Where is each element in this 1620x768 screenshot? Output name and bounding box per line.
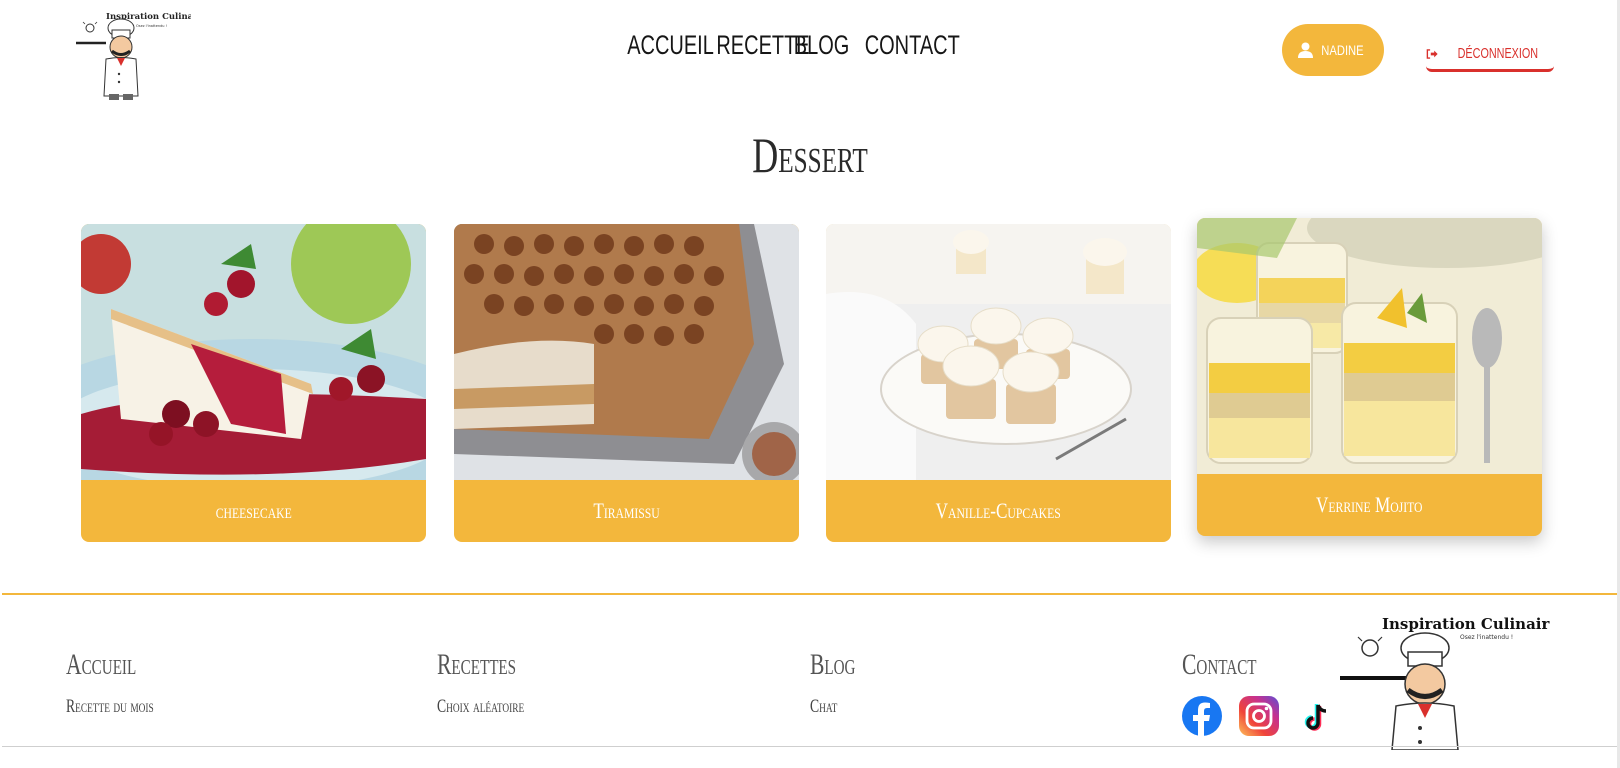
card-label: Vanille-Cupcakes bbox=[935, 498, 1062, 523]
tiramissu-image bbox=[454, 224, 799, 480]
tiktok-icon[interactable] bbox=[1296, 696, 1336, 736]
recipe-card-verrine-mojito[interactable]: Verrine Mojito bbox=[1197, 218, 1542, 536]
page-title: Dessert bbox=[752, 127, 868, 183]
footer-col-recettes: Recettes Choix aléatoire bbox=[437, 648, 558, 718]
recipe-card-tiramissu[interactable]: Tiramissu bbox=[454, 224, 799, 542]
site-logo[interactable]: Inspiration Culinaire Osez l'inattendu ! bbox=[76, 6, 207, 102]
logout-label: DÉCONNEXION bbox=[1457, 45, 1539, 62]
footer-heading-contact[interactable]: Contact bbox=[1182, 648, 1257, 682]
main-nav: ACCUEIL RECETTE BLOG CONTACT bbox=[612, 30, 960, 70]
recipe-card-cheesecake[interactable]: cheesecake bbox=[81, 224, 426, 542]
footer-heading-accueil[interactable]: Accueil bbox=[66, 648, 136, 682]
nav-accueil[interactable]: ACCUEIL bbox=[627, 30, 714, 61]
card-label: Verrine Mojito bbox=[1316, 492, 1423, 517]
social-links bbox=[1182, 696, 1336, 736]
cupcakes-image bbox=[826, 224, 1171, 480]
footer-heading-blog[interactable]: Blog bbox=[810, 648, 855, 682]
footer-bottom-edge bbox=[2, 746, 1617, 747]
recipe-card-vanille-cupcakes[interactable]: Vanille-Cupcakes bbox=[826, 224, 1171, 542]
footer-link-choix-aleatoire[interactable]: Choix aléatoire bbox=[437, 696, 524, 718]
footer-col-blog: Blog Chat bbox=[810, 648, 873, 718]
nav-contact[interactable]: CONTACT bbox=[865, 30, 960, 61]
facebook-icon[interactable] bbox=[1182, 696, 1222, 736]
cheesecake-image bbox=[81, 224, 426, 480]
card-label: cheesecake bbox=[215, 498, 292, 523]
verrine-mojito-image bbox=[1197, 218, 1542, 474]
footer-heading-recettes[interactable]: Recettes bbox=[437, 648, 516, 682]
logout-button[interactable]: DÉCONNEXION bbox=[1426, 38, 1554, 72]
footer-logo-tagline: Osez l'inattendu ! bbox=[1460, 634, 1513, 641]
footer-link-recette-du-mois[interactable]: Recette du mois bbox=[66, 696, 154, 718]
nav-blog[interactable]: BLOG bbox=[794, 30, 850, 61]
logo-tagline: Osez l'inattendu ! bbox=[136, 24, 167, 28]
user-profile-button[interactable]: NADINE bbox=[1282, 24, 1384, 76]
footer-logo-text: Inspiration Culinaire bbox=[1382, 615, 1550, 633]
footer-col-contact: Contact bbox=[1182, 648, 1286, 682]
footer-col-accueil: Accueil Recette du mois bbox=[66, 648, 188, 718]
user-name: NADINE bbox=[1320, 42, 1364, 58]
footer-divider bbox=[2, 593, 1617, 595]
footer-link-chat[interactable]: Chat bbox=[810, 696, 855, 718]
instagram-icon[interactable] bbox=[1239, 696, 1279, 736]
footer-logo: Inspiration Culinaire Osez l'inattendu ! bbox=[1340, 610, 1559, 751]
user-icon bbox=[1297, 42, 1313, 58]
sign-out-icon bbox=[1426, 48, 1438, 59]
card-label: Tiramissu bbox=[593, 498, 660, 523]
